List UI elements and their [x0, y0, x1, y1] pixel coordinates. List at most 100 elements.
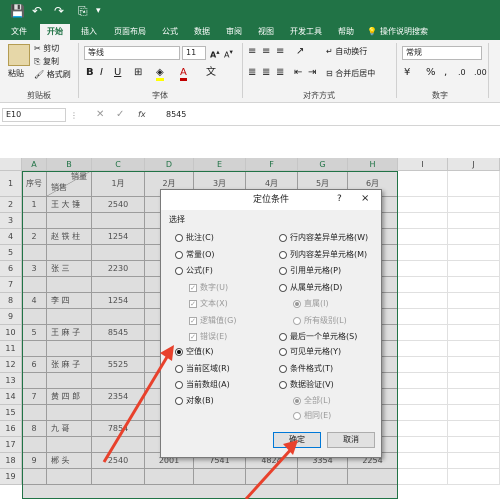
cell[interactable] [47, 309, 92, 325]
italic-button[interactable]: I [100, 67, 103, 78]
radio-icon[interactable] [175, 380, 183, 389]
align-middle-icon[interactable]: ≡ [262, 46, 270, 57]
column-header-f[interactable]: F [246, 158, 298, 171]
cell[interactable]: 黄 四 郎 [47, 389, 92, 405]
option-right-0[interactable]: 行内容差异单元格(W) [279, 232, 368, 243]
format-painter-button[interactable]: 🖌 格式刷 [34, 69, 71, 80]
cell[interactable] [398, 357, 448, 373]
align-center-icon[interactable]: ≣ [262, 67, 270, 78]
option-left-9[interactable]: 当前数组(A) [175, 379, 230, 390]
comma-button[interactable]: , [444, 67, 447, 78]
column-header-c[interactable]: C [92, 158, 145, 171]
ok-button[interactable]: 确定 [273, 432, 321, 448]
column-header-h[interactable]: H [348, 158, 398, 171]
cell[interactable] [22, 405, 47, 421]
cell[interactable] [92, 437, 145, 453]
cell[interactable] [448, 341, 500, 357]
underline-button[interactable]: U [114, 67, 121, 78]
tab-formulas[interactable]: 公式 [156, 24, 184, 40]
cell[interactable] [194, 469, 246, 485]
cell[interactable] [398, 405, 448, 421]
cell[interactable]: 2230 [92, 261, 145, 277]
option-left-10[interactable]: 对象(B) [175, 395, 214, 406]
cell[interactable]: 2540 [92, 453, 145, 469]
cell[interactable] [145, 469, 194, 485]
border-icon[interactable]: ⊞ [134, 67, 142, 78]
cell[interactable]: 5 [22, 325, 47, 341]
radio-icon[interactable] [175, 396, 183, 405]
option-left-8[interactable]: 当前区域(R) [175, 363, 230, 374]
cell[interactable]: 6 [22, 357, 47, 373]
cell[interactable]: 5525 [92, 357, 145, 373]
column-header-g[interactable]: G [298, 158, 348, 171]
row-header[interactable]: 13 [0, 373, 22, 389]
cell[interactable] [448, 197, 500, 213]
cell[interactable] [92, 213, 145, 229]
cell[interactable] [398, 197, 448, 213]
align-top-icon[interactable]: ≡ [248, 46, 256, 57]
merge-center-button[interactable]: ⊟ 合并后居中 [326, 68, 375, 79]
name-box[interactable]: E10 [2, 108, 66, 122]
cell[interactable] [448, 453, 500, 469]
cell[interactable]: 序号 [22, 171, 47, 197]
customize-qa-icon[interactable]: ▾ [96, 4, 101, 18]
tab-developer[interactable]: 开发工具 [284, 24, 328, 40]
radio-icon[interactable] [175, 233, 183, 242]
align-bottom-icon[interactable]: ≡ [276, 46, 284, 57]
cell[interactable] [448, 421, 500, 437]
cell[interactable] [398, 229, 448, 245]
cell[interactable] [298, 469, 348, 485]
radio-icon[interactable] [279, 233, 287, 242]
cell[interactable]: 2 [22, 229, 47, 245]
cell[interactable] [398, 469, 448, 485]
cell[interactable] [47, 277, 92, 293]
cell[interactable]: 1254 [92, 293, 145, 309]
cell[interactable] [448, 405, 500, 421]
cell[interactable] [47, 213, 92, 229]
cell[interactable] [398, 277, 448, 293]
cell[interactable] [47, 405, 92, 421]
formula-input[interactable]: 8545 [166, 109, 186, 120]
tab-view[interactable]: 视图 [252, 24, 280, 40]
cell[interactable] [246, 469, 298, 485]
option-left-7[interactable]: 空值(K) [175, 346, 214, 357]
option-left-2[interactable]: 公式(F) [175, 265, 213, 276]
tab-file[interactable]: 文件 [4, 24, 34, 40]
cancel-icon[interactable]: ✕ [96, 109, 104, 120]
font-name-select[interactable]: 等线 [84, 46, 180, 60]
row-header[interactable]: 1 [0, 171, 22, 197]
row-header[interactable]: 10 [0, 325, 22, 341]
row-header[interactable]: 9 [0, 309, 22, 325]
option-right-3[interactable]: 从属单元格(D) [279, 282, 342, 293]
radio-icon[interactable] [279, 266, 287, 275]
cell[interactable] [398, 309, 448, 325]
row-header[interactable]: 15 [0, 405, 22, 421]
radio-icon[interactable] [175, 250, 183, 259]
cell[interactable]: 张 麻 子 [47, 357, 92, 373]
cell[interactable]: 王 大 锤 [47, 197, 92, 213]
cell[interactable] [448, 229, 500, 245]
cell[interactable] [448, 469, 500, 485]
phonetic-icon[interactable]: 文 [206, 67, 216, 78]
cell[interactable] [398, 341, 448, 357]
row-header[interactable]: 14 [0, 389, 22, 405]
column-header-a[interactable]: A [22, 158, 47, 171]
row-header[interactable]: 19 [0, 469, 22, 485]
cell[interactable] [92, 277, 145, 293]
copy-button[interactable]: ⎘ 复制 [34, 56, 59, 67]
radio-icon[interactable] [279, 283, 287, 292]
cell[interactable] [398, 171, 448, 197]
cell[interactable]: 1 [22, 197, 47, 213]
radio-icon[interactable] [175, 364, 183, 373]
radio-icon[interactable] [279, 332, 287, 341]
column-header-b[interactable]: B [47, 158, 92, 171]
cell[interactable]: 7 [22, 389, 47, 405]
percent-button[interactable]: % [426, 67, 436, 78]
tell-me-search[interactable]: 操作说明搜索 [380, 24, 450, 40]
cell[interactable] [398, 213, 448, 229]
help-icon[interactable]: ? [337, 194, 342, 205]
cell[interactable] [448, 293, 500, 309]
cell[interactable]: 张 三 [47, 261, 92, 277]
close-icon[interactable]: × [361, 193, 369, 204]
cell[interactable] [92, 245, 145, 261]
